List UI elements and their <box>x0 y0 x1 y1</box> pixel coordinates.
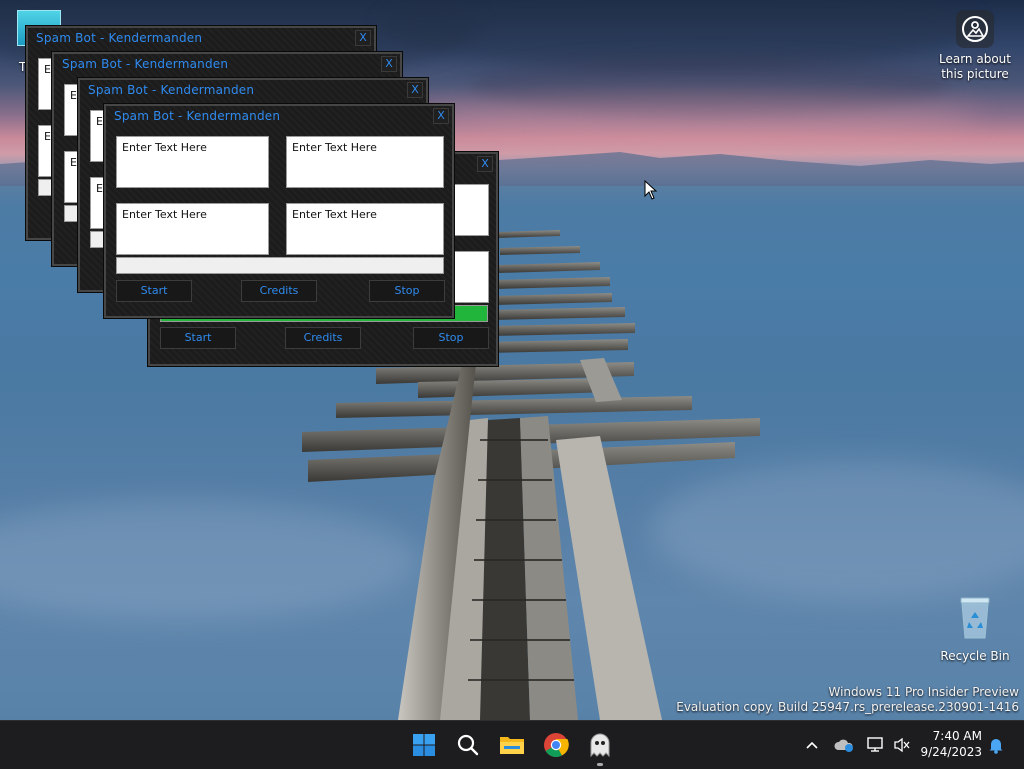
system-clock[interactable]: 7:40 AM 9/24/2023 <box>920 728 982 760</box>
watermark-line2: Evaluation copy. Build 25947.rs_prerelea… <box>676 700 1019 714</box>
message-field-4[interactable] <box>450 251 489 303</box>
taskbar: 7:40 AM 9/24/2023 <box>0 720 1024 769</box>
window-close-button[interactable]: X <box>477 156 493 172</box>
window-title: Spam Bot - Kendermanden <box>88 83 255 97</box>
evaluation-watermark: Windows 11 Pro Insider Preview Evaluatio… <box>676 685 1019 715</box>
credits-button[interactable]: Credits <box>241 280 317 302</box>
active-app-indicator <box>597 763 603 766</box>
windows-start-icon[interactable] <box>408 729 440 761</box>
message-field-3[interactable]: Enter Text Here <box>116 203 269 255</box>
file-explorer-icon[interactable] <box>496 729 528 761</box>
progress-bar <box>116 257 444 274</box>
start-button[interactable]: Start <box>160 327 236 349</box>
volume-muted-icon[interactable] <box>892 735 912 755</box>
chrome-icon[interactable] <box>540 729 572 761</box>
learn-about-picture-shortcut[interactable]: Learn about this picture <box>938 10 1012 82</box>
window-close-button[interactable]: X <box>433 108 449 124</box>
recycle-bin-icon <box>960 597 990 639</box>
desktop: T Learn about this picture Recycle Bin W… <box>0 0 1024 768</box>
message-field-2[interactable] <box>450 184 489 236</box>
spam-bot-window-4[interactable]: Spam Bot - Kendermanden X Enter Text Her… <box>104 104 454 318</box>
clock-time: 7:40 AM <box>932 729 982 743</box>
camera-info-icon <box>956 10 994 48</box>
onedrive-icon[interactable] <box>834 735 854 755</box>
mouse-cursor-icon <box>644 180 658 200</box>
clock-date: 9/24/2023 <box>920 745 982 759</box>
message-field-1[interactable]: Enter Text Here <box>116 136 269 188</box>
credits-button[interactable]: Credits <box>285 327 361 349</box>
stop-button[interactable]: Stop <box>369 280 445 302</box>
window-close-button[interactable]: X <box>355 30 371 46</box>
window-title: Spam Bot - Kendermanden <box>62 57 229 71</box>
window-title: Spam Bot - Kendermanden <box>36 31 203 45</box>
window-close-button[interactable]: X <box>407 82 423 98</box>
message-field-4[interactable]: Enter Text Here <box>286 203 444 255</box>
recycle-bin-label: Recycle Bin <box>940 649 1010 663</box>
start-button[interactable]: Start <box>116 280 192 302</box>
chevron-up-icon[interactable] <box>802 735 822 755</box>
window-close-button[interactable]: X <box>381 56 397 72</box>
network-icon[interactable] <box>866 735 886 755</box>
search-icon[interactable] <box>452 729 484 761</box>
message-field-2[interactable]: Enter Text Here <box>286 136 444 188</box>
learn-about-label-line2: this picture <box>941 67 1009 81</box>
learn-about-label-line1: Learn about <box>939 52 1011 66</box>
watermark-line1: Windows 11 Pro Insider Preview <box>828 685 1019 699</box>
spam-bot-app-icon[interactable] <box>584 729 616 761</box>
stop-button[interactable]: Stop <box>413 327 489 349</box>
notification-bell-icon[interactable] <box>986 735 1006 755</box>
window-title: Spam Bot - Kendermanden <box>114 109 281 123</box>
recycle-bin-shortcut[interactable]: Recycle Bin <box>940 596 1010 663</box>
